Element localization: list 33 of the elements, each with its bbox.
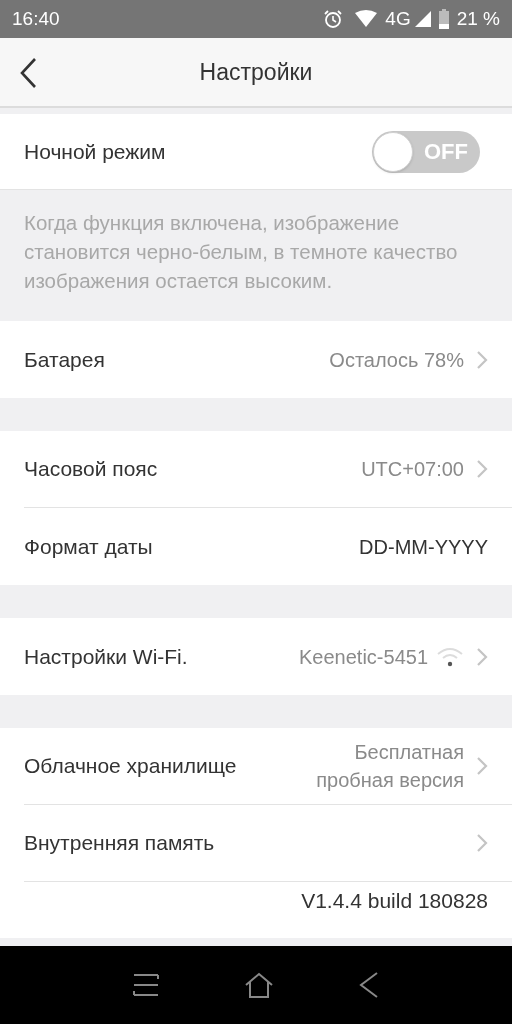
battery-percent: 21 %	[456, 6, 500, 31]
chevron-icon	[476, 646, 488, 667]
row-label: Внутренняя память	[24, 830, 215, 857]
chevron-icon	[476, 349, 488, 370]
chevron-icon	[476, 459, 488, 479]
menu-icon[interactable]	[132, 972, 159, 998]
battery-icon	[438, 9, 449, 29]
signal-icon	[414, 11, 431, 27]
row-value: Осталось 78%	[329, 347, 464, 373]
back-icon	[19, 57, 37, 89]
row-label: Настройки Wi-Fi.	[24, 643, 188, 670]
wifi-icon	[355, 10, 378, 28]
row-value: UTC+07:00	[361, 457, 464, 482]
row-label: Облачное хранилище	[24, 753, 237, 780]
row-label: Ночной режим	[24, 138, 166, 165]
status-time: 16:40	[12, 6, 60, 31]
night-mode-description: Когда функция включена, изображение становится черно-белым, в темноте качество изображения остается высоким.	[24, 210, 459, 294]
row-value: Бесплатная пробная версия	[315, 740, 464, 793]
chevron-icon	[476, 756, 488, 776]
row-value: DD-MM-YYYY	[359, 534, 488, 560]
home-icon[interactable]	[244, 972, 274, 998]
wifi-icon	[436, 646, 464, 667]
network-type: 4G	[385, 6, 411, 31]
toggle-knob	[373, 131, 413, 172]
page-title: Настройки	[199, 57, 313, 87]
row-label: Часовой пояс	[24, 456, 158, 483]
row-label: Батарея	[24, 346, 105, 373]
version-value: V1.4.4 build 180828	[301, 888, 488, 914]
row-value: Keenetic-5451	[299, 644, 428, 670]
chevron-icon	[476, 833, 488, 853]
back-icon[interactable]	[359, 972, 380, 998]
alarm-icon	[323, 9, 344, 29]
row-label: Формат даты	[24, 533, 153, 560]
